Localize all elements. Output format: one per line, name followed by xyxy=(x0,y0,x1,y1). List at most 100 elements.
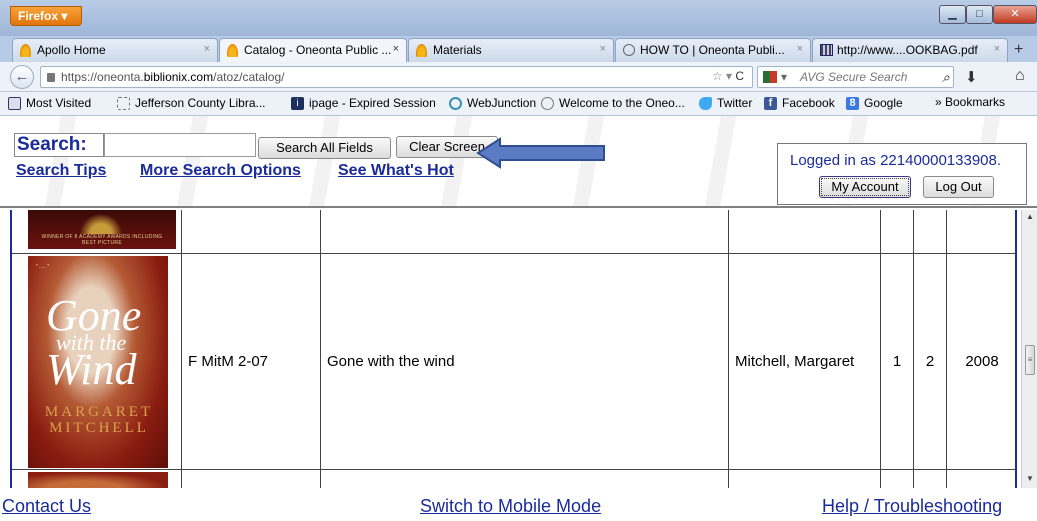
results-table: WINNER OF 8 ACADEMY AWARDS INCLUDING BES… xyxy=(10,210,1017,488)
book-cover-previous[interactable]: WINNER OF 8 ACADEMY AWARDS INCLUDING BES… xyxy=(28,210,176,249)
year-cell: 2008 xyxy=(947,254,1015,470)
bookmark-jefferson-county[interactable]: Jefferson County Libra... xyxy=(117,96,266,112)
see-whats-hot-link[interactable]: See What's Hot xyxy=(338,162,454,180)
table-cell-cover: WINNER OF 8 ACADEMY AWARDS INCLUDING BES… xyxy=(12,210,182,254)
table-cell xyxy=(914,210,947,254)
minimize-icon[interactable]: ▁ xyxy=(939,5,966,24)
tab-close-icon[interactable]: × xyxy=(204,43,210,55)
tab-catalog[interactable]: Catalog - Oneonta Public ... × xyxy=(219,38,407,62)
firefox-menu-label: Firefox xyxy=(18,9,59,23)
bookmark-facebook[interactable]: f Facebook xyxy=(764,96,835,112)
bookmark-most-visited[interactable]: Most Visited xyxy=(8,96,91,112)
close-window-icon[interactable]: ✕ xyxy=(993,5,1037,24)
url-path: /atoz/catalog/ xyxy=(213,70,285,84)
left-arrow-annotation-icon xyxy=(476,137,605,169)
search-all-fields-button[interactable]: Search All Fields xyxy=(258,137,391,159)
tab-apollo-home[interactable]: Apollo Home × xyxy=(12,38,218,62)
tab-close-icon[interactable]: × xyxy=(994,43,1000,55)
login-status-box: Logged in as 22140000133908. My Account … xyxy=(777,143,1027,205)
tab-close-icon[interactable]: × xyxy=(393,43,399,55)
flame-icon xyxy=(20,44,31,57)
bookmark-label: Google xyxy=(864,96,903,110)
star-icon[interactable]: ☆ xyxy=(712,69,723,83)
search-engine-dropdown-icon[interactable]: ▾ xyxy=(781,70,787,84)
download-icon[interactable]: ⬇ xyxy=(965,68,978,86)
search-tips-link[interactable]: Search Tips xyxy=(16,162,106,180)
search-icon[interactable]: ⌕ xyxy=(942,69,950,86)
url-bar[interactable]: https://oneonta.biblionix.com/atoz/catal… xyxy=(40,66,753,88)
scroll-down-icon[interactable]: ▼ xyxy=(1022,474,1037,486)
tab-close-icon[interactable]: × xyxy=(797,43,803,55)
logged-in-status: Logged in as 22140000133908. xyxy=(790,152,1002,169)
table-cell xyxy=(182,210,321,254)
tab-how-to[interactable]: HOW TO | Oneonta Publi... × xyxy=(615,38,811,62)
bookmark-label: Welcome to the Oneo... xyxy=(559,96,685,110)
bookmarks-menu[interactable]: » Bookmarks xyxy=(935,95,1005,109)
contact-us-link[interactable]: Contact Us xyxy=(2,496,91,517)
globe-icon xyxy=(541,97,554,110)
search-engine-placeholder: AVG Secure Search xyxy=(800,70,908,84)
book-cover-next[interactable] xyxy=(28,472,168,488)
call-number-cell: F MitM 2-07 xyxy=(182,254,321,470)
table-cell xyxy=(947,210,1015,254)
most-visited-icon xyxy=(8,97,21,110)
navigation-bar: ← https://oneonta.biblionix.com/atoz/cat… xyxy=(0,62,1037,92)
scroll-thumb[interactable]: ≡ xyxy=(1025,345,1035,375)
scroll-up-icon[interactable]: ▲ xyxy=(1022,212,1037,224)
tab-pdf[interactable]: http://www....OOKBAG.pdf × xyxy=(812,38,1008,62)
avg-logo-icon xyxy=(763,71,777,83)
search-input[interactable] xyxy=(104,133,256,157)
webjunction-icon xyxy=(449,97,462,110)
facebook-icon: f xyxy=(764,97,777,110)
bookmark-ipage[interactable]: i ipage - Expired Session xyxy=(291,96,436,112)
help-troubleshooting-link[interactable]: Help / Troubleshooting xyxy=(822,496,1002,517)
bookmark-webjunction[interactable]: WebJunction xyxy=(449,96,536,112)
table-cell xyxy=(881,210,914,254)
log-out-button[interactable]: Log Out xyxy=(923,176,994,198)
lock-icon xyxy=(47,73,55,82)
count-value: 2 xyxy=(925,353,935,370)
blank-page-icon xyxy=(117,97,130,110)
pdf-grid-icon xyxy=(820,44,833,56)
maximize-icon[interactable]: □ xyxy=(966,5,993,24)
book-title[interactable]: Gone with the wind xyxy=(327,353,455,370)
bookmark-label: Jefferson County Libra... xyxy=(135,96,266,110)
bookmark-label: ipage - Expired Session xyxy=(309,96,436,110)
flame-icon xyxy=(227,44,238,57)
home-icon[interactable]: ⌂ xyxy=(1015,67,1025,85)
bookmark-label: Facebook xyxy=(782,96,835,110)
more-search-options-link[interactable]: More Search Options xyxy=(140,162,301,180)
table-cell xyxy=(182,470,321,488)
cover-quote-graphic: " ..... " xyxy=(36,264,50,270)
bookmark-google[interactable]: 8 Google xyxy=(846,96,903,112)
tab-close-icon[interactable]: × xyxy=(600,43,606,55)
cover-title: Gone with the Wind xyxy=(46,291,156,392)
url-bar-icons: ☆ ▾ C xyxy=(712,69,744,83)
search-engine-bar[interactable]: ▾ AVG Secure Search ⌕ xyxy=(757,66,954,88)
table-cell xyxy=(729,470,881,488)
tab-label: HOW TO | Oneonta Publi... xyxy=(640,43,785,57)
twitter-icon xyxy=(699,97,712,110)
cover-award-text: WINNER OF 8 ACADEMY AWARDS INCLUDING BES… xyxy=(41,234,163,246)
count-cell: 2 xyxy=(914,254,947,470)
title-cell[interactable]: Gone with the wind xyxy=(321,254,729,470)
window-titlebar: Firefox ▾ ▁ □ ✕ xyxy=(0,0,1037,36)
switch-to-mobile-link[interactable]: Switch to Mobile Mode xyxy=(420,496,601,517)
firefox-menu-button[interactable]: Firefox ▾ xyxy=(10,6,82,26)
table-cell xyxy=(947,470,1015,488)
search-label: Search: xyxy=(14,133,104,157)
results-scrollbar[interactable]: ▲ ≡ ▼ xyxy=(1021,210,1037,488)
new-tab-icon[interactable]: + xyxy=(1014,41,1023,59)
back-arrow-icon[interactable]: ← xyxy=(10,65,34,89)
table-cell xyxy=(321,470,729,488)
bookmark-welcome-oneonta[interactable]: Welcome to the Oneo... xyxy=(541,96,685,112)
cover-title-line: Gone xyxy=(46,291,142,340)
my-account-button[interactable]: My Account xyxy=(819,176,911,198)
book-author: Mitchell, Margaret xyxy=(735,353,855,370)
dropdown-icon[interactable]: ▾ xyxy=(726,69,732,83)
book-cover-gone-with-the-wind[interactable]: " ..... " Gone with the Wind MARGARET MI… xyxy=(28,256,168,468)
tab-materials[interactable]: Materials × xyxy=(408,38,614,62)
bookmark-label: WebJunction xyxy=(467,96,537,110)
bookmark-twitter[interactable]: Twitter xyxy=(699,96,752,112)
reload-icon[interactable]: C xyxy=(735,69,744,83)
